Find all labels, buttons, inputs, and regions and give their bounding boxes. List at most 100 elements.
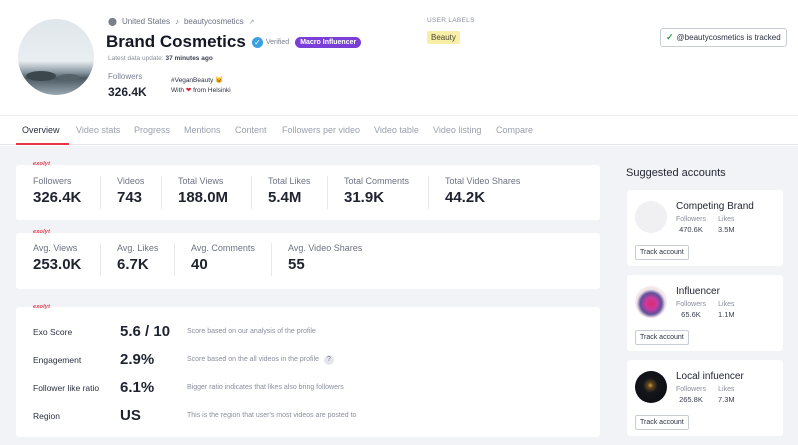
tracked-status-text: @beautycosmetics is tracked [676, 33, 781, 42]
followers-label: Followers [676, 216, 706, 223]
stat-label: Total Views [178, 176, 224, 186]
suggested-account-card: Competing Brand Followers 470.6K Likes 3.5… [627, 190, 783, 266]
stat-label: Total Likes [268, 176, 311, 186]
verified-check-icon: ✓ [251, 36, 263, 48]
stat-avg-views: Avg. Views 253.0K [33, 243, 81, 273]
stat-label: Avg. Comments [191, 243, 255, 253]
tab-followers-per-video[interactable]: Followers per video [282, 125, 360, 135]
score-label: Exo Score [33, 326, 73, 337]
tiktok-icon: ♪ [174, 17, 179, 26]
score-row-follower-like-ratio: Follower like ratio 6.1% Bigger ratio in… [33, 379, 344, 396]
suggested-accounts-title: Suggested accounts [626, 167, 726, 179]
user-label-chip[interactable]: Beauty [427, 31, 460, 44]
bio-line-2: With ❤ from Helsinki [171, 86, 231, 96]
divider [428, 176, 429, 209]
score-description: This is the region that user's most vide… [187, 412, 357, 419]
followers-value: 65.6K [681, 310, 701, 319]
tab-video-listing[interactable]: Video listing [433, 125, 481, 135]
likes-value: 1.1M [717, 310, 735, 319]
profile-handle-link[interactable]: beautycosmetics [184, 17, 244, 26]
followers-label: Followers [676, 386, 706, 393]
last-updated: Latest data update: 37 minutes ago [108, 55, 213, 62]
score-row-exo-score: Exo Score 5.6 / 10 Score based on our an… [33, 323, 316, 340]
exolyt-logo: exolyt [33, 304, 51, 310]
score-value: US [120, 407, 141, 424]
external-link-icon[interactable]: ↗ [249, 18, 255, 26]
stat-total-views: Total Views 188.0M [178, 176, 228, 206]
account-name[interactable]: Influencer [676, 286, 720, 297]
suggested-account-card: Influencer Followers 65.6K Likes 1.1M Trac… [627, 275, 783, 351]
followers-label: Followers [676, 301, 706, 308]
score-row-region: Region US This is the region that user's… [33, 407, 356, 424]
exolyt-logo: exolyt [33, 229, 51, 235]
account-name[interactable]: Local infuencer [676, 371, 744, 382]
stat-value: 253.0K [33, 256, 82, 273]
divider [100, 243, 101, 276]
track-account-button[interactable]: Track account [635, 415, 689, 430]
last-updated-prefix: Latest data update: [108, 55, 164, 62]
likes-label: Likes [718, 216, 735, 223]
account-avatar [635, 286, 667, 318]
track-account-button[interactable]: Track account [635, 245, 689, 260]
divider [271, 243, 272, 276]
divider [251, 176, 252, 209]
stat-avg-likes: Avg. Likes 6.7K [117, 243, 158, 273]
profile-tabs: Overview Video stats Progress Mentions C… [0, 115, 798, 145]
stat-label: Videos [117, 176, 145, 186]
divider [100, 176, 101, 209]
profile-header: ⬤ United States ♪ beautycosmetics ↗ Bran… [0, 0, 798, 115]
score-description: Score based on the all videos in the pro… [187, 356, 319, 363]
tab-video-table[interactable]: Video table [374, 125, 419, 135]
check-icon: ✓ [666, 32, 674, 42]
track-account-button[interactable]: Track account [635, 330, 689, 345]
followers-value: 470.6K [679, 225, 703, 234]
stat-label: Avg. Views [33, 243, 78, 253]
score-description: Score based on our analysis of the profi… [187, 328, 316, 335]
stat-label: Total Video Shares [445, 176, 521, 186]
stat-avg-video-shares: Avg. Video Shares 55 [288, 243, 362, 273]
bio-line-1: #VeganBeauty 😺 [171, 77, 224, 84]
location-pin-icon: ⬤ [108, 17, 117, 26]
divider [327, 176, 328, 209]
stat-value: 55 [288, 256, 305, 273]
profile-avatar [18, 19, 94, 95]
stat-value: 326.4K [33, 189, 82, 206]
tab-content[interactable]: Content [235, 125, 267, 135]
account-avatar [635, 371, 667, 403]
tracked-status[interactable]: ✓ @beautycosmetics is tracked [660, 28, 787, 47]
profile-name: Brand Cosmetics [106, 32, 246, 51]
tab-compare[interactable]: Compare [496, 125, 533, 135]
stat-total-likes: Total Likes 5.4M [268, 176, 311, 206]
likes-value: 7.3M [717, 395, 735, 404]
profile-bio: #VeganBeauty 😺 With ❤ from Helsinki [171, 76, 231, 96]
tab-video-stats[interactable]: Video stats [76, 125, 120, 135]
header-followers-label: Followers [108, 72, 143, 81]
account-name[interactable]: Competing Brand [676, 201, 754, 212]
stat-value: 40 [191, 256, 208, 273]
bio-line-2-pre: With [171, 87, 184, 94]
divider [161, 176, 162, 209]
stat-total-comments: Total Comments 31.9K [344, 176, 409, 206]
tab-progress[interactable]: Progress [134, 125, 170, 135]
stat-value: 188.0M [178, 189, 229, 206]
exolyt-logo: exolyt [33, 161, 51, 167]
user-labels-title: USER LABELS [427, 17, 475, 24]
stat-value: 31.9K [344, 189, 385, 206]
tab-mentions[interactable]: Mentions [184, 125, 221, 135]
stat-label: Avg. Video Shares [288, 243, 363, 253]
bio-line-2-post: from Helsinki [193, 87, 231, 94]
score-label: Follower like ratio [33, 382, 100, 393]
suggested-account-card: Local infuencer Followers 265.8K Likes 7.3… [627, 360, 783, 436]
score-value: 2.9% [120, 351, 155, 368]
account-avatar [635, 201, 667, 233]
stat-value: 6.7K [117, 256, 149, 273]
header-followers-value: 326.4K [108, 85, 147, 99]
heart-icon: ❤ [185, 87, 192, 94]
stat-label: Total Comments [344, 176, 410, 186]
stat-label: Followers [33, 176, 72, 186]
stat-value: 5.4M [268, 189, 302, 206]
help-icon[interactable]: ? [323, 354, 334, 365]
stat-avg-comments: Avg. Comments 40 [191, 243, 255, 273]
tab-overview[interactable]: Overview [22, 125, 60, 135]
profile-meta: ⬤ United States ♪ beautycosmetics ↗ [108, 17, 254, 26]
